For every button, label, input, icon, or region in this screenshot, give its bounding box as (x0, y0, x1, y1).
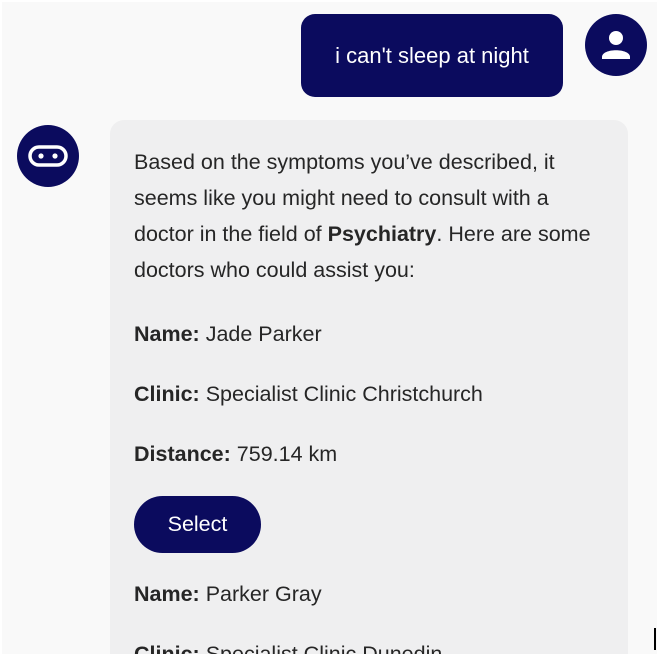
doctor-clinic: Clinic: Specialist Clinic Dunedin (134, 640, 608, 654)
user-message-bubble: i can't sleep at night (301, 14, 563, 97)
doctor-clinic-label: Clinic: (134, 642, 200, 654)
doctor-name-label: Name: (134, 582, 200, 606)
robot-icon (28, 145, 68, 167)
doctor-name-value: Jade Parker (205, 322, 322, 346)
doctor-clinic-value: Specialist Clinic Christchurch (205, 382, 483, 406)
select-doctor-button[interactable]: Select (134, 496, 261, 553)
doctor-distance-label: Distance: (134, 442, 231, 466)
doctor-distance-value: 759.14 km (236, 442, 338, 466)
doctor-name: Name: Parker Gray (134, 580, 608, 608)
user-avatar (585, 14, 647, 76)
doctor-name-value: Parker Gray (205, 582, 322, 606)
doctor-clinic: Clinic: Specialist Clinic Christchurch (134, 380, 608, 408)
specialty: Psychiatry (327, 222, 437, 246)
doctor-card: Name: Parker Gray Clinic: Specialist Cli… (134, 580, 608, 654)
doctor-name-label: Name: (134, 322, 200, 346)
chat-window: i can't sleep at night Based on the symp… (2, 2, 657, 654)
doctor-card: Name: Jade Parker Clinic: Specialist Cli… (134, 320, 608, 553)
doctor-distance: Distance: 759.14 km (134, 440, 608, 468)
bot-avatar (17, 125, 79, 187)
doctor-clinic-value: Specialist Clinic Dunedin (205, 642, 443, 654)
bot-intro-text: Based on the symptoms you’ve described, … (134, 144, 608, 288)
doctor-name: Name: Jade Parker (134, 320, 608, 348)
bot-message-bubble: Based on the symptoms you’ve described, … (110, 120, 628, 654)
person-icon (602, 31, 630, 59)
doctor-clinic-label: Clinic: (134, 382, 200, 406)
text-cursor (654, 628, 656, 650)
user-message-text: i can't sleep at night (335, 42, 529, 68)
